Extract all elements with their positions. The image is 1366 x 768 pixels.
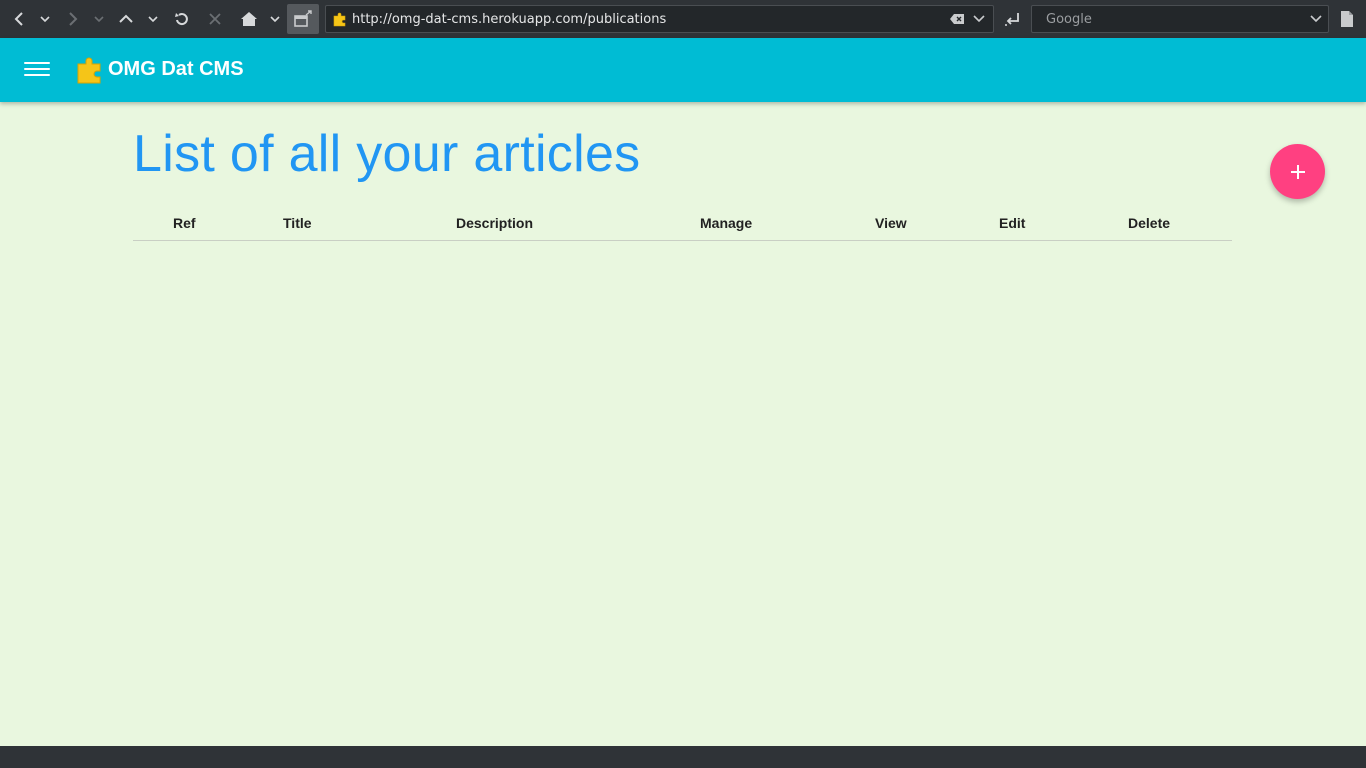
puzzle-icon	[77, 57, 101, 84]
reload-icon[interactable]	[172, 6, 192, 32]
column-header-ref: Ref	[173, 215, 196, 231]
page-title: List of all your articles	[133, 125, 641, 183]
back-history-dropdown-icon[interactable]	[38, 6, 52, 32]
plus-icon	[1290, 164, 1305, 179]
column-header-description: Description	[456, 215, 534, 231]
page-icon[interactable]	[1338, 6, 1356, 32]
column-header-edit: Edit	[999, 215, 1026, 231]
browser-toolbar: http://omg-dat-cms.herokuapp.com/publica…	[0, 0, 1366, 38]
search-placeholder: Google	[1046, 11, 1092, 27]
up-dropdown-icon[interactable]	[146, 6, 160, 32]
column-header-view: View	[875, 215, 907, 231]
home-dropdown-icon[interactable]	[268, 6, 282, 32]
enter-icon[interactable]	[1002, 6, 1024, 32]
url-bar[interactable]: http://omg-dat-cms.herokuapp.com/publica…	[325, 5, 994, 33]
up-icon[interactable]	[116, 6, 136, 32]
add-article-button[interactable]	[1270, 144, 1325, 199]
articles-table: Ref Title Description Manage View Edit D…	[133, 206, 1232, 241]
column-header-delete: Delete	[1128, 215, 1171, 231]
home-icon[interactable]	[238, 6, 260, 32]
forward-icon[interactable]	[64, 6, 82, 32]
status-bar	[0, 746, 1366, 768]
back-icon[interactable]	[10, 6, 28, 32]
column-header-title: Title	[283, 215, 312, 231]
puzzle-icon	[333, 12, 346, 27]
column-header-manage: Manage	[700, 215, 753, 231]
clear-icon[interactable]	[949, 13, 965, 25]
search-input[interactable]: Google	[1031, 5, 1329, 33]
app-header: OMG Dat CMS	[0, 38, 1366, 102]
chevron-down-icon[interactable]	[1310, 15, 1322, 23]
stop-icon[interactable]	[206, 6, 224, 32]
dropdown-icon[interactable]	[971, 15, 987, 23]
forward-history-dropdown-icon[interactable]	[92, 6, 106, 32]
url-text[interactable]: http://omg-dat-cms.herokuapp.com/publica…	[352, 12, 949, 27]
menu-icon[interactable]	[24, 58, 50, 82]
app-title[interactable]: OMG Dat CMS	[108, 58, 244, 81]
window-icon[interactable]	[287, 4, 319, 34]
